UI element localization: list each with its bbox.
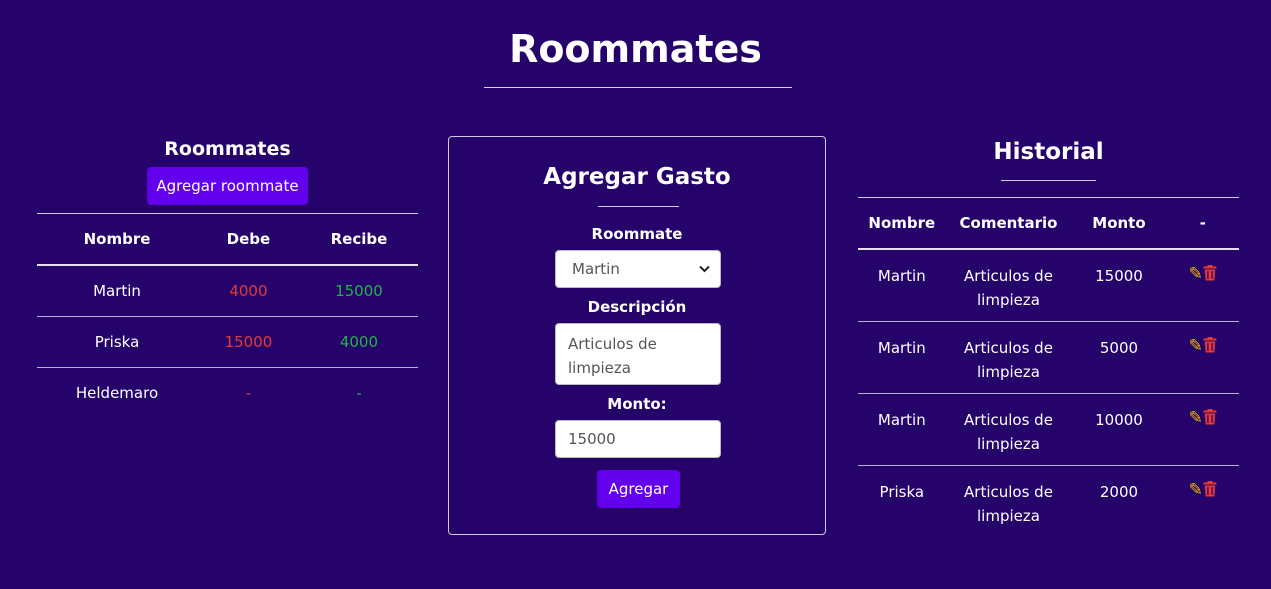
historial-comentario: Articulos de limpieza [945, 249, 1072, 322]
form-divider [598, 206, 679, 207]
roommate-select-value: Martin [572, 260, 620, 278]
roommate-recibe: 4000 [299, 316, 418, 368]
historial-monto: 5000 [1071, 321, 1167, 394]
table-row: Martin Articulos de limpieza 15000 ✎ [858, 249, 1239, 322]
monto-input[interactable]: 15000 [555, 420, 721, 458]
historial-table: Nombre Comentario Monto - Martin Articul… [858, 197, 1239, 537]
title-divider [484, 87, 792, 88]
roommate-debe: 15000 [197, 316, 300, 368]
edit-icon[interactable]: ✎ [1189, 478, 1203, 502]
historial-comentario: Articulos de limpieza [945, 321, 1072, 394]
table-row: Martin Articulos de limpieza 10000 ✎ [858, 393, 1239, 466]
chevron-down-icon [699, 263, 710, 276]
col-nombre: Nombre [37, 213, 198, 266]
historial-comentario: Articulos de limpieza [945, 393, 1072, 466]
roommates-table: Nombre Debe Recibe Martin 4000 15000 Pri… [37, 213, 418, 418]
row-actions: ✎ [1166, 393, 1239, 466]
roommates-heading: Roommates [164, 138, 291, 160]
roommate-debe: - [245, 384, 252, 402]
roommate-name: Martin [37, 265, 198, 317]
roommate-debe: 4000 [197, 265, 300, 317]
form-heading: Agregar Gasto [543, 164, 731, 190]
add-expense-form: Agregar Gasto Roommate Martin Descripció… [448, 136, 826, 535]
descripcion-textarea[interactable]: Articulos de limpieza [555, 323, 721, 385]
trash-icon[interactable] [1203, 264, 1217, 288]
row-actions: ✎ [1166, 249, 1239, 322]
roommate-recibe: - [356, 384, 362, 402]
row-actions: ✎ [1167, 465, 1239, 537]
table-row: Priska Articulos de limpieza 2000 ✎ [858, 465, 1239, 537]
table-header-row: Nombre Comentario Monto - [858, 197, 1239, 250]
edit-icon[interactable]: ✎ [1189, 406, 1203, 430]
col-actions: - [1166, 197, 1239, 250]
table-row: Martin 4000 15000 [37, 265, 418, 317]
trash-icon[interactable] [1203, 408, 1217, 432]
historial-monto: 2000 [1099, 482, 1139, 501]
descripcion-label: Descripción [587, 298, 687, 316]
table-row: Heldemaro - - [37, 368, 418, 419]
historial-nombre: Martin [858, 321, 946, 394]
add-roommate-button[interactable]: Agregar roommate [147, 167, 308, 205]
roommate-select[interactable]: Martin [555, 250, 721, 288]
historial-heading: Historial [993, 139, 1104, 165]
historial-comentario: Articulos de limpieza [964, 482, 1053, 525]
col-monto: Monto [1071, 197, 1167, 250]
monto-label: Monto: [607, 395, 667, 413]
trash-icon[interactable] [1203, 336, 1217, 360]
roommates-panel: Roommates Agregar roommate Nombre Debe R… [37, 136, 418, 418]
historial-monto: 15000 [1071, 249, 1167, 322]
table-row: Martin Articulos de limpieza 5000 ✎ [858, 321, 1239, 394]
historial-nombre: Martin [858, 249, 946, 322]
trash-icon[interactable] [1203, 480, 1217, 504]
roommate-name: Priska [37, 316, 198, 368]
historial-panel: Historial Nombre Comentario Monto - Mart… [858, 136, 1239, 537]
table-row: Priska 15000 4000 [37, 316, 418, 368]
col-recibe: Recibe [299, 213, 418, 266]
row-actions: ✎ [1166, 321, 1239, 394]
roommate-label: Roommate [591, 225, 683, 243]
col-nombre: Nombre [858, 197, 946, 250]
roommate-recibe: 15000 [299, 265, 418, 317]
historial-nombre: Priska [879, 482, 925, 501]
edit-icon[interactable]: ✎ [1189, 262, 1203, 286]
submit-expense-button[interactable]: Agregar [597, 470, 680, 508]
col-debe: Debe [197, 213, 300, 266]
edit-icon[interactable]: ✎ [1189, 334, 1203, 358]
historial-divider [1001, 180, 1096, 181]
historial-nombre: Martin [858, 393, 946, 466]
page-title: Roommates [509, 27, 762, 71]
roommate-name: Heldemaro [75, 384, 159, 402]
col-comentario: Comentario [945, 197, 1072, 250]
historial-monto: 10000 [1071, 393, 1167, 466]
table-header-row: Nombre Debe Recibe [37, 213, 418, 266]
